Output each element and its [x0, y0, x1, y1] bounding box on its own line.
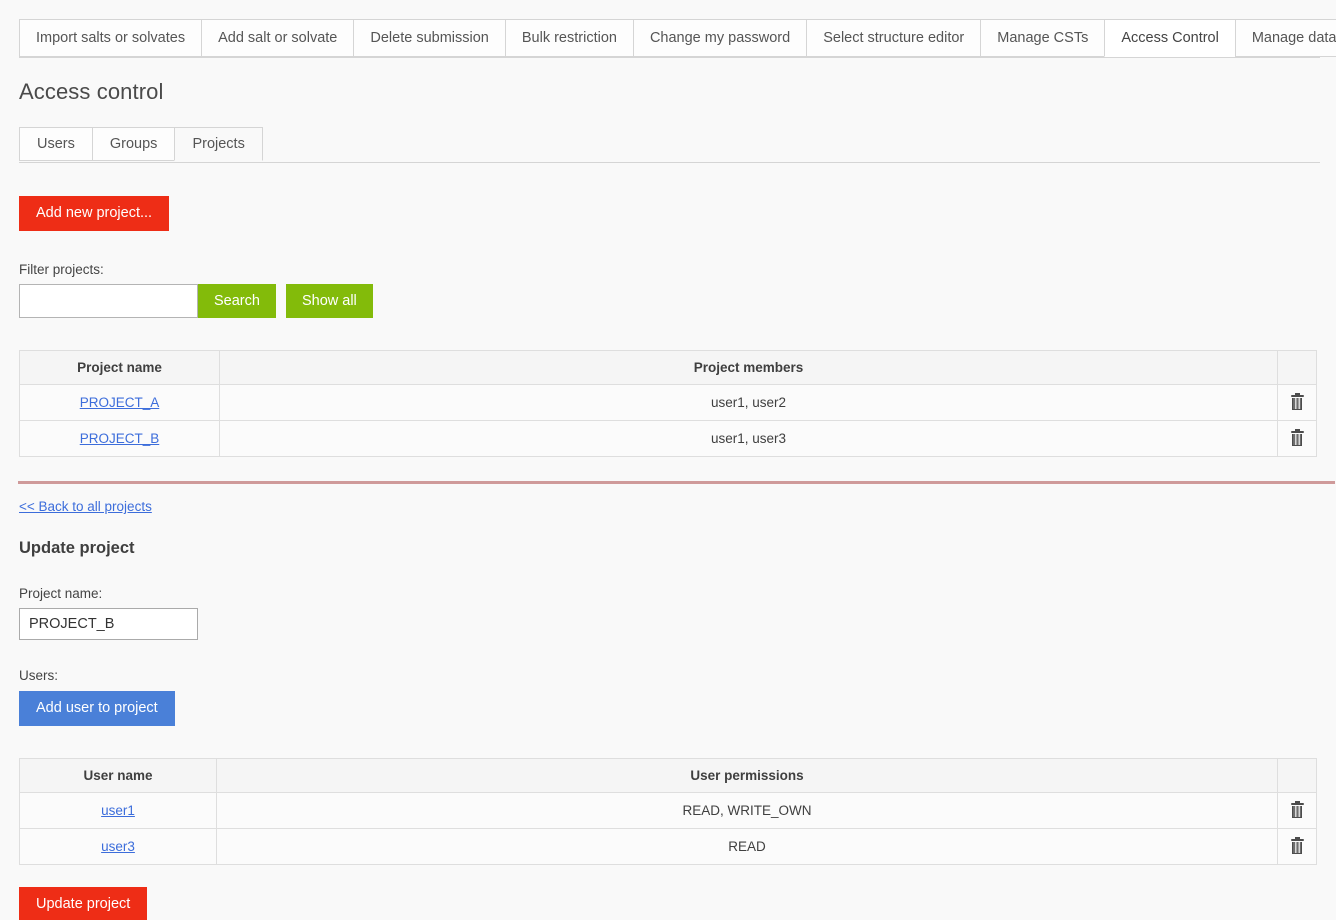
add-new-project-button[interactable]: Add new project...	[19, 196, 169, 231]
sub-tab-bar: UsersGroupsProjects	[19, 127, 1317, 163]
users-th-permissions: User permissions	[217, 759, 1278, 793]
user-name-cell: user1	[20, 793, 217, 829]
users-th-actions	[1278, 759, 1317, 793]
project-row: PROJECT_A user1, user2	[20, 385, 1317, 421]
user-row: user1 READ, WRITE_OWN	[20, 793, 1317, 829]
filter-projects-input[interactable]	[19, 284, 198, 318]
top-tab-access-control[interactable]: Access Control	[1104, 19, 1235, 57]
project-name-cell: PROJECT_A	[20, 385, 220, 421]
show-all-button[interactable]: Show all	[286, 284, 373, 318]
back-to-all-projects-link[interactable]: << Back to all projects	[19, 499, 152, 514]
projects-table-header-row: Project name Project members	[20, 351, 1317, 385]
search-button[interactable]: Search	[198, 284, 276, 318]
filter-row: Search Show all	[19, 284, 1317, 318]
top-tab-manage-database[interactable]: Manage database	[1235, 19, 1336, 57]
top-tab-bar: Import salts or solvatesAdd salt or solv…	[0, 0, 1336, 58]
users-table-header-row: User name User permissions	[20, 759, 1317, 793]
projects-th-members: Project members	[220, 351, 1278, 385]
add-project-row: Add new project...	[19, 196, 1317, 231]
sub-tab-groups[interactable]: Groups	[92, 127, 175, 161]
projects-th-name: Project name	[20, 351, 220, 385]
project-name-label: Project name:	[19, 586, 1317, 601]
top-tab-change-my-password[interactable]: Change my password	[633, 19, 806, 57]
project-members-cell: user1, user3	[220, 421, 1278, 457]
user-link[interactable]: user3	[101, 839, 135, 854]
filter-projects-label: Filter projects:	[19, 262, 1317, 277]
top-tab-select-structure-editor[interactable]: Select structure editor	[806, 19, 980, 57]
users-label: Users:	[19, 668, 1317, 683]
project-row: PROJECT_B user1, user3	[20, 421, 1317, 457]
user-delete-cell[interactable]	[1278, 829, 1317, 865]
sub-tabs-list: UsersGroupsProjects	[19, 127, 1317, 161]
user-name-cell: user3	[20, 829, 217, 865]
sub-tab-projects[interactable]: Projects	[174, 127, 262, 161]
section-divider	[18, 481, 1335, 484]
trash-icon	[1291, 431, 1304, 446]
users-table: User name User permissions user1 READ, WR…	[19, 758, 1317, 865]
update-project-button[interactable]: Update project	[19, 887, 147, 920]
update-project-title: Update project	[19, 539, 1317, 558]
project-delete-cell[interactable]	[1278, 421, 1317, 457]
trash-icon	[1291, 395, 1304, 410]
top-tab-manage-csts[interactable]: Manage CSTs	[980, 19, 1104, 57]
projects-table: Project name Project members PROJECT_Aus…	[19, 350, 1317, 457]
page-title: Access control	[19, 79, 1317, 105]
user-permissions-cell: READ, WRITE_OWN	[217, 793, 1278, 829]
user-link[interactable]: user1	[101, 803, 135, 818]
project-link[interactable]: PROJECT_B	[80, 431, 160, 446]
user-row: user3 READ	[20, 829, 1317, 865]
project-delete-cell[interactable]	[1278, 385, 1317, 421]
top-tab-add-salt-or-solvate[interactable]: Add salt or solvate	[201, 19, 353, 57]
user-delete-cell[interactable]	[1278, 793, 1317, 829]
top-tabs-list: Import salts or solvatesAdd salt or solv…	[19, 19, 1336, 57]
project-name-input[interactable]	[19, 608, 198, 640]
user-permissions-cell: READ	[217, 829, 1278, 865]
top-tab-bulk-restriction[interactable]: Bulk restriction	[505, 19, 633, 57]
trash-icon	[1291, 803, 1304, 818]
top-tab-delete-submission[interactable]: Delete submission	[353, 19, 504, 57]
trash-icon	[1291, 839, 1304, 854]
add-user-to-project-button[interactable]: Add user to project	[19, 691, 175, 726]
top-tab-import-salts-or-solvates[interactable]: Import salts or solvates	[19, 19, 201, 57]
project-link[interactable]: PROJECT_A	[80, 395, 160, 410]
page-content: Access control UsersGroupsProjects Add n…	[0, 79, 1336, 920]
users-th-name: User name	[20, 759, 217, 793]
project-members-cell: user1, user2	[220, 385, 1278, 421]
projects-th-actions	[1278, 351, 1317, 385]
sub-tab-users[interactable]: Users	[19, 127, 92, 161]
project-name-cell: PROJECT_B	[20, 421, 220, 457]
